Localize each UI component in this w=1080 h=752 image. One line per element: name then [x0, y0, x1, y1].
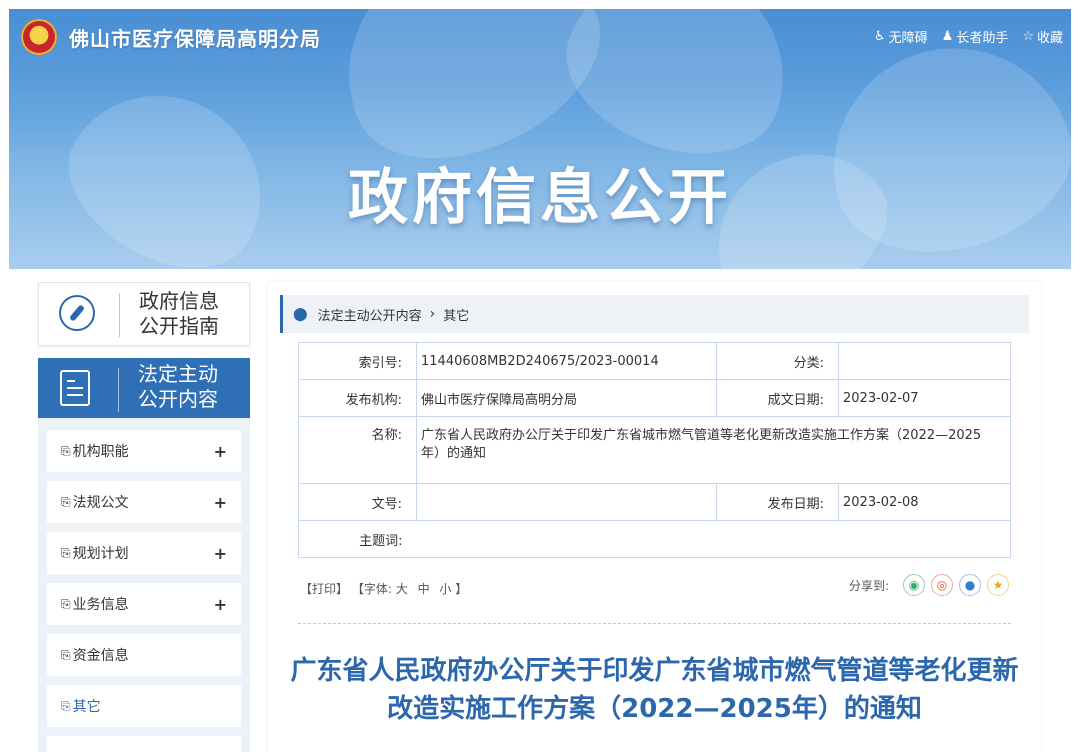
sidebar-item-business-info[interactable]: ⎘ 业务信息 +	[47, 583, 241, 625]
sidebar-item-funding-info[interactable]: ⎘ 资金信息	[47, 634, 241, 676]
share-bar: 分享到: ◉ ◎ ● ★	[849, 574, 1009, 596]
sidebar-item-label: 其它	[72, 699, 101, 715]
doc-number-value	[416, 483, 717, 521]
table-row: 名称: 广东省人民政府办公厅关于印发广东省城市燃气管道等老化更新改造实施工作方案…	[298, 416, 1011, 484]
wechat-icon[interactable]: ◉	[903, 574, 925, 596]
share-label: 分享到:	[848, 578, 889, 593]
subject-label: 主题词:	[298, 520, 417, 558]
sidebar-item-label: 规划计划	[72, 546, 129, 562]
expand-icon[interactable]: +	[214, 544, 227, 563]
chevron-right-icon: ›	[429, 306, 436, 322]
link-icon: ⎘	[61, 545, 71, 560]
table-row: 索引号: 11440608MB2D240675/2023-00014 分类:	[298, 342, 1011, 380]
sidebar-item-other[interactable]: ⎘ 其它	[47, 685, 241, 727]
table-row: 文号: 发布日期: 2023-02-08	[298, 483, 1011, 521]
breadcrumb: ⬤ 法定主动公开内容 › 其它	[280, 295, 1029, 333]
link-icon: ⎘	[61, 596, 71, 611]
legal-disclosure-button[interactable]: 法定主动 公开内容	[38, 358, 250, 418]
header-banner: ★ 佛山市医疗保障局高明分局 ♿ 无障碍 ♟ 长者助手 ☆ 收藏 政府信息公开	[9, 9, 1071, 269]
disclosure-guide-label: 政府信息 公开指南	[139, 289, 219, 339]
document-icon	[60, 370, 90, 406]
banner-heading: 政府信息公开	[348, 163, 732, 233]
elderly-helper-link[interactable]: ♟ 长者助手	[942, 27, 1009, 46]
compass-icon	[59, 295, 95, 331]
site-title[interactable]: 佛山市医疗保障局高明分局	[69, 23, 321, 52]
sidebar-item-regulations[interactable]: ⎘ 法规公文 +	[47, 481, 241, 523]
sidebar-item-org-functions[interactable]: ⎘ 机构职能 +	[47, 430, 241, 472]
publisher-label: 发布机构:	[298, 379, 417, 417]
print-button[interactable]: 【打印】	[300, 582, 348, 596]
created-date-label: 成文日期:	[716, 379, 839, 417]
accessibility-link[interactable]: ♿ 无障碍	[874, 27, 928, 46]
table-row: 主题词:	[298, 520, 1011, 558]
sidebar-item-partial[interactable]	[47, 736, 241, 752]
sidebar: 政府信息 公开指南 法定主动 公开内容 ⎘ 机构职能 + ⎘ 法规公文 + ⎘ …	[38, 282, 250, 752]
index-value: 11440608MB2D240675/2023-00014	[416, 342, 717, 380]
sidebar-item-label: 机构职能	[72, 444, 129, 460]
publisher-value: 佛山市医疗保障局高明分局	[416, 379, 717, 417]
document-title: 广东省人民政府办公厅关于印发广东省城市燃气管道等老化更新改造实施工作方案（202…	[290, 656, 1019, 724]
document-tools: 【打印】 【字体: 大 中 小 】	[300, 580, 467, 597]
sidebar-item-label: 法规公文	[72, 495, 129, 511]
divider	[298, 623, 1011, 624]
link-icon: ⎘	[61, 647, 71, 662]
sidebar-item-label: 资金信息	[72, 648, 129, 664]
font-large-button[interactable]: 大	[396, 582, 408, 596]
document-metadata-table: 索引号: 11440608MB2D240675/2023-00014 分类: 发…	[298, 342, 1011, 558]
created-date-value: 2023-02-07	[838, 379, 1011, 417]
sidebar-menu: ⎘ 机构职能 + ⎘ 法规公文 + ⎘ 规划计划 + ⎘ 业务信息 + ⎘ 资金…	[38, 418, 250, 752]
name-value: 广东省人民政府办公厅关于印发广东省城市燃气管道等老化更新改造实施工作方案（202…	[416, 416, 1011, 484]
qq-icon[interactable]: ●	[959, 574, 981, 596]
published-date-label: 发布日期:	[716, 483, 839, 521]
link-icon: ⎘	[61, 698, 71, 713]
favorite-label: 收藏	[1036, 31, 1063, 46]
breadcrumb-item-other[interactable]: 其它	[443, 305, 469, 324]
font-small-button[interactable]: 小	[439, 582, 451, 596]
expand-icon[interactable]: +	[214, 595, 227, 614]
expand-icon[interactable]: +	[214, 442, 227, 461]
guide-line2: 公开指南	[139, 314, 219, 338]
location-pin-icon: ⬤	[293, 306, 308, 322]
font-size-suffix: 】	[455, 582, 468, 596]
divider	[119, 293, 120, 337]
star-outline-icon: ☆	[1022, 29, 1034, 44]
elderly-helper-label: 长者助手	[956, 31, 1009, 46]
guide-line1: 政府信息	[139, 289, 219, 313]
weibo-icon[interactable]: ◎	[931, 574, 953, 596]
sidebar-item-plans[interactable]: ⎘ 规划计划 +	[47, 532, 241, 574]
category-label: 分类:	[716, 342, 839, 380]
font-medium-button[interactable]: 中	[418, 582, 430, 596]
main-content: ⬤ 法定主动公开内容 › 其它 索引号: 11440608MB2D240675/…	[268, 282, 1041, 752]
table-row: 发布机构: 佛山市医疗保障局高明分局 成文日期: 2023-02-07	[298, 379, 1011, 417]
top-links: ♿ 无障碍 ♟ 长者助手 ☆ 收藏	[874, 27, 1063, 46]
national-emblem-icon[interactable]: ★	[21, 19, 57, 55]
breadcrumb-item-legal[interactable]: 法定主动公开内容	[318, 305, 422, 324]
sidebar-item-label: 业务信息	[72, 597, 129, 613]
elderly-helper-icon: ♟	[941, 29, 954, 44]
published-date-value: 2023-02-08	[838, 483, 1011, 521]
index-label: 索引号:	[298, 342, 417, 380]
favorite-link[interactable]: ☆ 收藏	[1022, 27, 1063, 46]
category-value	[838, 342, 1011, 380]
legal-line1: 法定主动	[138, 362, 218, 386]
font-size-prefix: 【字体:	[351, 582, 392, 596]
link-icon: ⎘	[61, 494, 71, 509]
name-label: 名称:	[298, 416, 417, 484]
disclosure-guide-button[interactable]: 政府信息 公开指南	[38, 282, 250, 346]
legal-disclosure-label: 法定主动 公开内容	[138, 362, 218, 412]
doc-number-label: 文号:	[298, 483, 417, 521]
expand-icon[interactable]: +	[214, 493, 227, 512]
subject-value	[416, 520, 1011, 558]
qzone-icon[interactable]: ★	[987, 574, 1009, 596]
legal-line2: 公开内容	[138, 387, 218, 411]
accessibility-label: 无障碍	[888, 31, 928, 46]
link-icon: ⎘	[61, 443, 71, 458]
accessibility-icon: ♿	[873, 29, 886, 44]
divider	[118, 368, 119, 412]
